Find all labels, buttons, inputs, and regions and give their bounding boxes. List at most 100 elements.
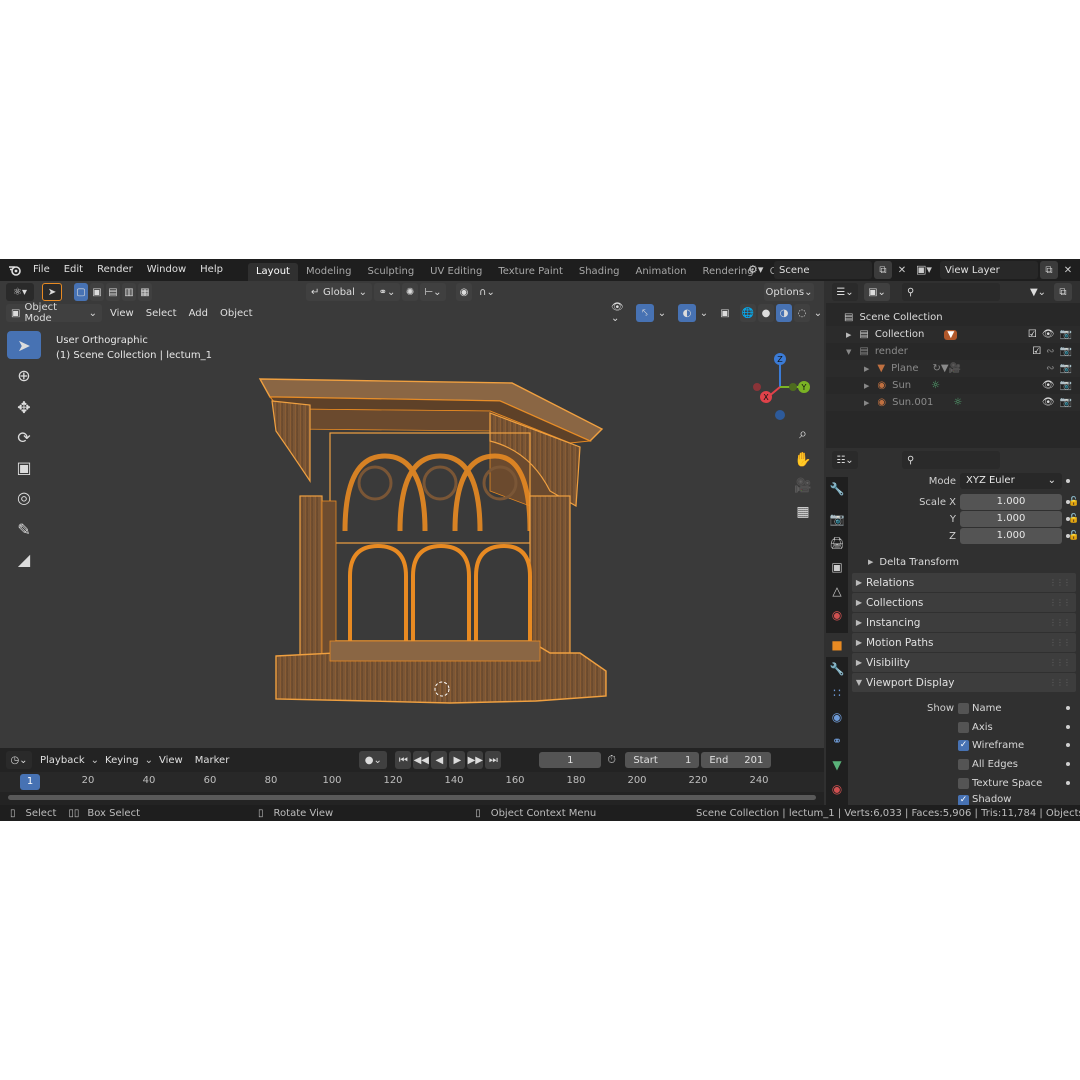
filter-icon[interactable]: ▼⌄ [1024,283,1052,301]
keyframe-dot-icon[interactable] [1066,706,1070,710]
pivot-point-icon[interactable]: ⚭⌄ [374,283,400,301]
current-frame-field[interactable]: 1 [539,752,602,768]
scale-z-field[interactable]: 1.000 [960,528,1062,544]
menu-edit[interactable]: Edit [57,259,90,281]
panel-relations[interactable]: ▶ Relations ⋮⋮⋮ [852,573,1076,592]
overlay-toggle-icon[interactable]: ◐ [678,304,696,322]
scale-x-field[interactable]: 1.000 [960,494,1062,510]
delta-transform-subpanel[interactable]: ▶ Delta Transform [848,552,1080,572]
eye-closed-icon[interactable]: ∾ [1046,363,1054,374]
select-mode-extend-icon[interactable]: ▣ [90,283,104,301]
scene-selector[interactable]: Scene [774,261,872,279]
drag-grip-icon[interactable]: ⋮⋮⋮ [1049,638,1071,647]
keyframe-dot-icon[interactable] [1066,500,1070,504]
record-keyframe-icon[interactable]: ●⌄ [359,751,388,769]
keyframe-dot-icon[interactable] [1066,534,1070,538]
material-tab-icon[interactable]: ◉ [826,777,848,801]
menu-marker[interactable]: Marker [189,755,236,766]
tool-tab-icon[interactable]: 🔧 [826,477,848,501]
panel-visibility[interactable]: ▶ Visibility ⋮⋮⋮ [852,653,1076,672]
drag-grip-icon[interactable]: ⋮⋮⋮ [1049,578,1071,587]
camera-icon[interactable]: 📷 [1060,363,1072,374]
menu-help[interactable]: Help [193,259,230,281]
camera-icon[interactable]: 📷 [1060,397,1072,408]
scale-icon[interactable]: ▣ [7,453,41,481]
scale-y-field[interactable]: 1.000 [960,511,1062,527]
keyframe-dot-icon[interactable] [1066,762,1070,766]
end-frame-field[interactable]: End 201 [701,752,772,768]
delete-scene-icon[interactable]: ✕ [893,261,911,279]
eye-icon[interactable]: 👁 [1042,380,1055,391]
jump-start-icon[interactable]: ⏮ [395,751,412,769]
menu-keying[interactable]: Keying [99,755,145,766]
menu-object[interactable]: Object [214,308,259,319]
mode-dropdown[interactable]: ▣ Object Mode ⌄ [6,302,102,324]
material-shading-icon[interactable]: ◑ [776,304,792,322]
camera-view-icon[interactable]: 🎥 [792,475,814,497]
show-wireframe-checkbox[interactable]: ✓ [958,739,969,751]
display-mode-icon[interactable]: ▣⌄ [864,283,890,301]
new-collection-icon[interactable]: ⧉ [1054,283,1072,301]
new-view-layer-icon[interactable]: ⧉ [1040,261,1058,279]
checkbox-icon[interactable]: ☑ [1032,346,1041,357]
tab-modeling[interactable]: Modeling [298,263,360,281]
editor-type-icon[interactable]: ⚛▾ [6,283,34,301]
measure-icon[interactable]: ◢ [7,545,41,573]
delete-view-layer-icon[interactable]: ✕ [1059,261,1077,279]
outliner-row-collection[interactable]: ▶ ▤ Collection ▼ ☑ 👁 📷 [826,326,1080,343]
panel-motion-paths[interactable]: ▶ Motion Paths ⋮⋮⋮ [852,633,1076,652]
navigation-gizmo[interactable]: Z X Y [748,351,814,431]
outliner-editor-type-icon[interactable]: ☰⌄ [832,283,858,301]
menu-select[interactable]: Select [140,308,183,319]
gizmo-dropdown-icon[interactable]: ⌄ [656,304,668,322]
tab-sculpting[interactable]: Sculpting [359,263,422,281]
panel-viewport-display[interactable]: ▼ Viewport Display ⋮⋮⋮ [852,673,1076,692]
move-icon[interactable]: ✥ [7,393,41,421]
menu-view[interactable]: View [104,308,140,319]
camera-icon[interactable]: 📷 [1060,346,1072,357]
rotate-icon[interactable]: ⟳ [7,423,41,451]
outliner-search-input[interactable]: ⚲ [902,283,1000,301]
outliner-row-sun[interactable]: ▶ ◉ Sun ☼ 👁 📷 [826,377,1080,394]
physics-tab-icon[interactable]: ◉ [826,705,848,729]
eye-icon[interactable]: 👁 [1042,329,1055,340]
blender-logo-icon[interactable] [4,259,26,281]
options-dropdown[interactable]: Options ⌄ [764,283,814,301]
transform-orientation-dropdown[interactable]: ↵ Global ⌄ [306,283,372,301]
tab-shading[interactable]: Shading [571,263,628,281]
pan-hand-icon[interactable]: ✋ [792,449,814,471]
annotate-icon[interactable]: ✎ [7,515,41,543]
modifier-tab-icon[interactable]: 🔧 [826,657,848,681]
panel-collections[interactable]: ▶ Collections ⋮⋮⋮ [852,593,1076,612]
keyframe-dot-icon[interactable] [1066,781,1070,785]
start-frame-field[interactable]: Start 1 [625,752,700,768]
show-axis-checkbox[interactable] [958,721,969,733]
drag-grip-icon[interactable]: ⋮⋮⋮ [1049,618,1071,627]
menu-playback[interactable]: Playback [34,755,91,766]
proportional-edit-icon[interactable]: ◉ [456,283,472,301]
timeline-ruler[interactable]: 1 20 40 60 80 100 120 140 160 180 200 220 240 [0,772,824,792]
shading-dropdown-icon[interactable]: ⌄ [812,304,824,322]
expand-arrow-icon[interactable]: ▶ [846,331,851,339]
next-keyframe-icon[interactable]: ▶▶ [467,751,484,769]
keyframe-dot-icon[interactable] [1066,517,1070,521]
tab-layout[interactable]: Layout [247,263,298,281]
gizmo-toggle-icon[interactable]: ⤣ [636,304,654,322]
outliner-row-plane[interactable]: ▶ ▼ Plane ↻▼🎥 ∾ 📷 [826,360,1080,377]
view-layer-tab-icon[interactable]: ▣ [826,555,848,579]
zoom-icon[interactable]: ⌕ [792,423,814,445]
view-layer-selector[interactable]: View Layer [940,261,1038,279]
menu-add[interactable]: Add [183,308,214,319]
snap-icon[interactable]: ✺ [402,283,418,301]
select-mode-intersect-icon[interactable]: ▦ [138,283,152,301]
show-texture-space-checkbox[interactable] [958,777,969,789]
transform-icon[interactable]: ◎ [7,483,41,511]
snap-target-icon[interactable]: ⊢⌄ [420,283,446,301]
data-tab-icon[interactable]: ▼ [826,753,848,777]
menu-view[interactable]: View [153,755,189,766]
panel-instancing[interactable]: ▶ Instancing ⋮⋮⋮ [852,613,1076,632]
checkbox-icon[interactable]: ☑ [1028,329,1037,340]
properties-editor-type-icon[interactable]: ☷⌄ [832,451,858,469]
show-all-edges-checkbox[interactable] [958,758,969,770]
keyframe-dot-icon[interactable] [1066,743,1070,747]
